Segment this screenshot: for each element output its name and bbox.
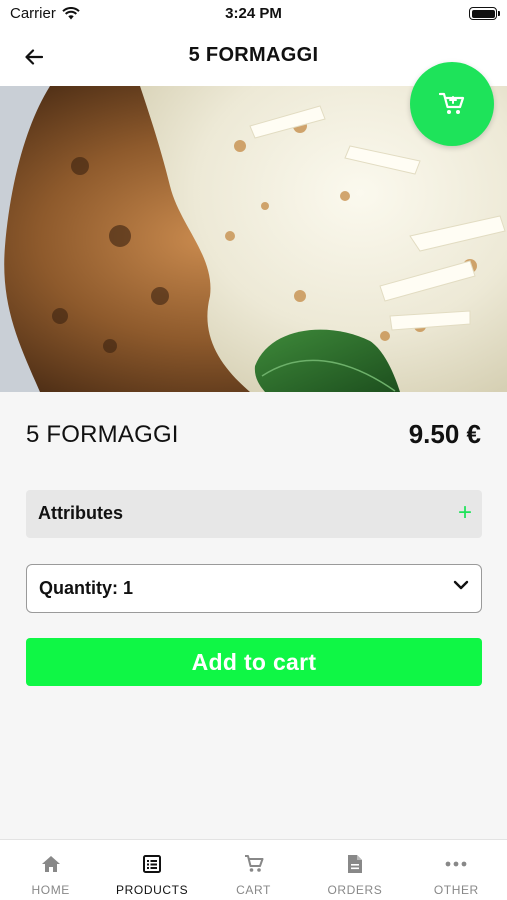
more-icon: [445, 861, 467, 867]
cart-fab-button[interactable]: [410, 62, 494, 146]
document-icon: [347, 855, 362, 873]
product-name: 5 FORMAGGI: [26, 421, 179, 448]
chevron-down-icon: [453, 580, 469, 590]
plus-icon: +: [457, 499, 472, 526]
page-title: 5 FORMAGGI: [188, 44, 319, 66]
tab-cart[interactable]: CART: [203, 840, 304, 900]
tab-products[interactable]: PRODUCTS: [101, 840, 202, 900]
tab-home-label: HOME: [31, 883, 70, 897]
list-icon: [143, 855, 162, 873]
attributes-accordion[interactable]: Attributes +: [26, 490, 482, 538]
bottom-tab-bar: HOME PRODUCTS CART ORDERS OTHER: [0, 839, 507, 900]
status-bar: Carrier 3:24 PM: [0, 0, 507, 28]
tab-orders[interactable]: ORDERS: [304, 840, 405, 900]
tab-home[interactable]: HOME: [0, 840, 101, 900]
attributes-label: Attributes: [38, 503, 123, 523]
tab-orders-label: ORDERS: [327, 883, 383, 897]
battery-icon: [469, 7, 500, 20]
product-price: 9.50 €: [408, 419, 481, 449]
home-icon: [41, 856, 60, 872]
tab-other-label: OTHER: [433, 883, 479, 897]
cart-icon: [244, 855, 264, 872]
add-to-cart-button[interactable]: Add to cart: [26, 638, 482, 686]
tab-cart-label: CART: [236, 883, 271, 897]
quantity-label: Quantity: 1: [39, 578, 134, 598]
shopping-cart-icon: [439, 92, 465, 114]
status-time: 3:24 PM: [225, 5, 282, 22]
tab-products-label: PRODUCTS: [116, 883, 189, 897]
quantity-select[interactable]: Quantity: 1: [26, 564, 482, 613]
tab-other[interactable]: OTHER: [406, 840, 507, 900]
